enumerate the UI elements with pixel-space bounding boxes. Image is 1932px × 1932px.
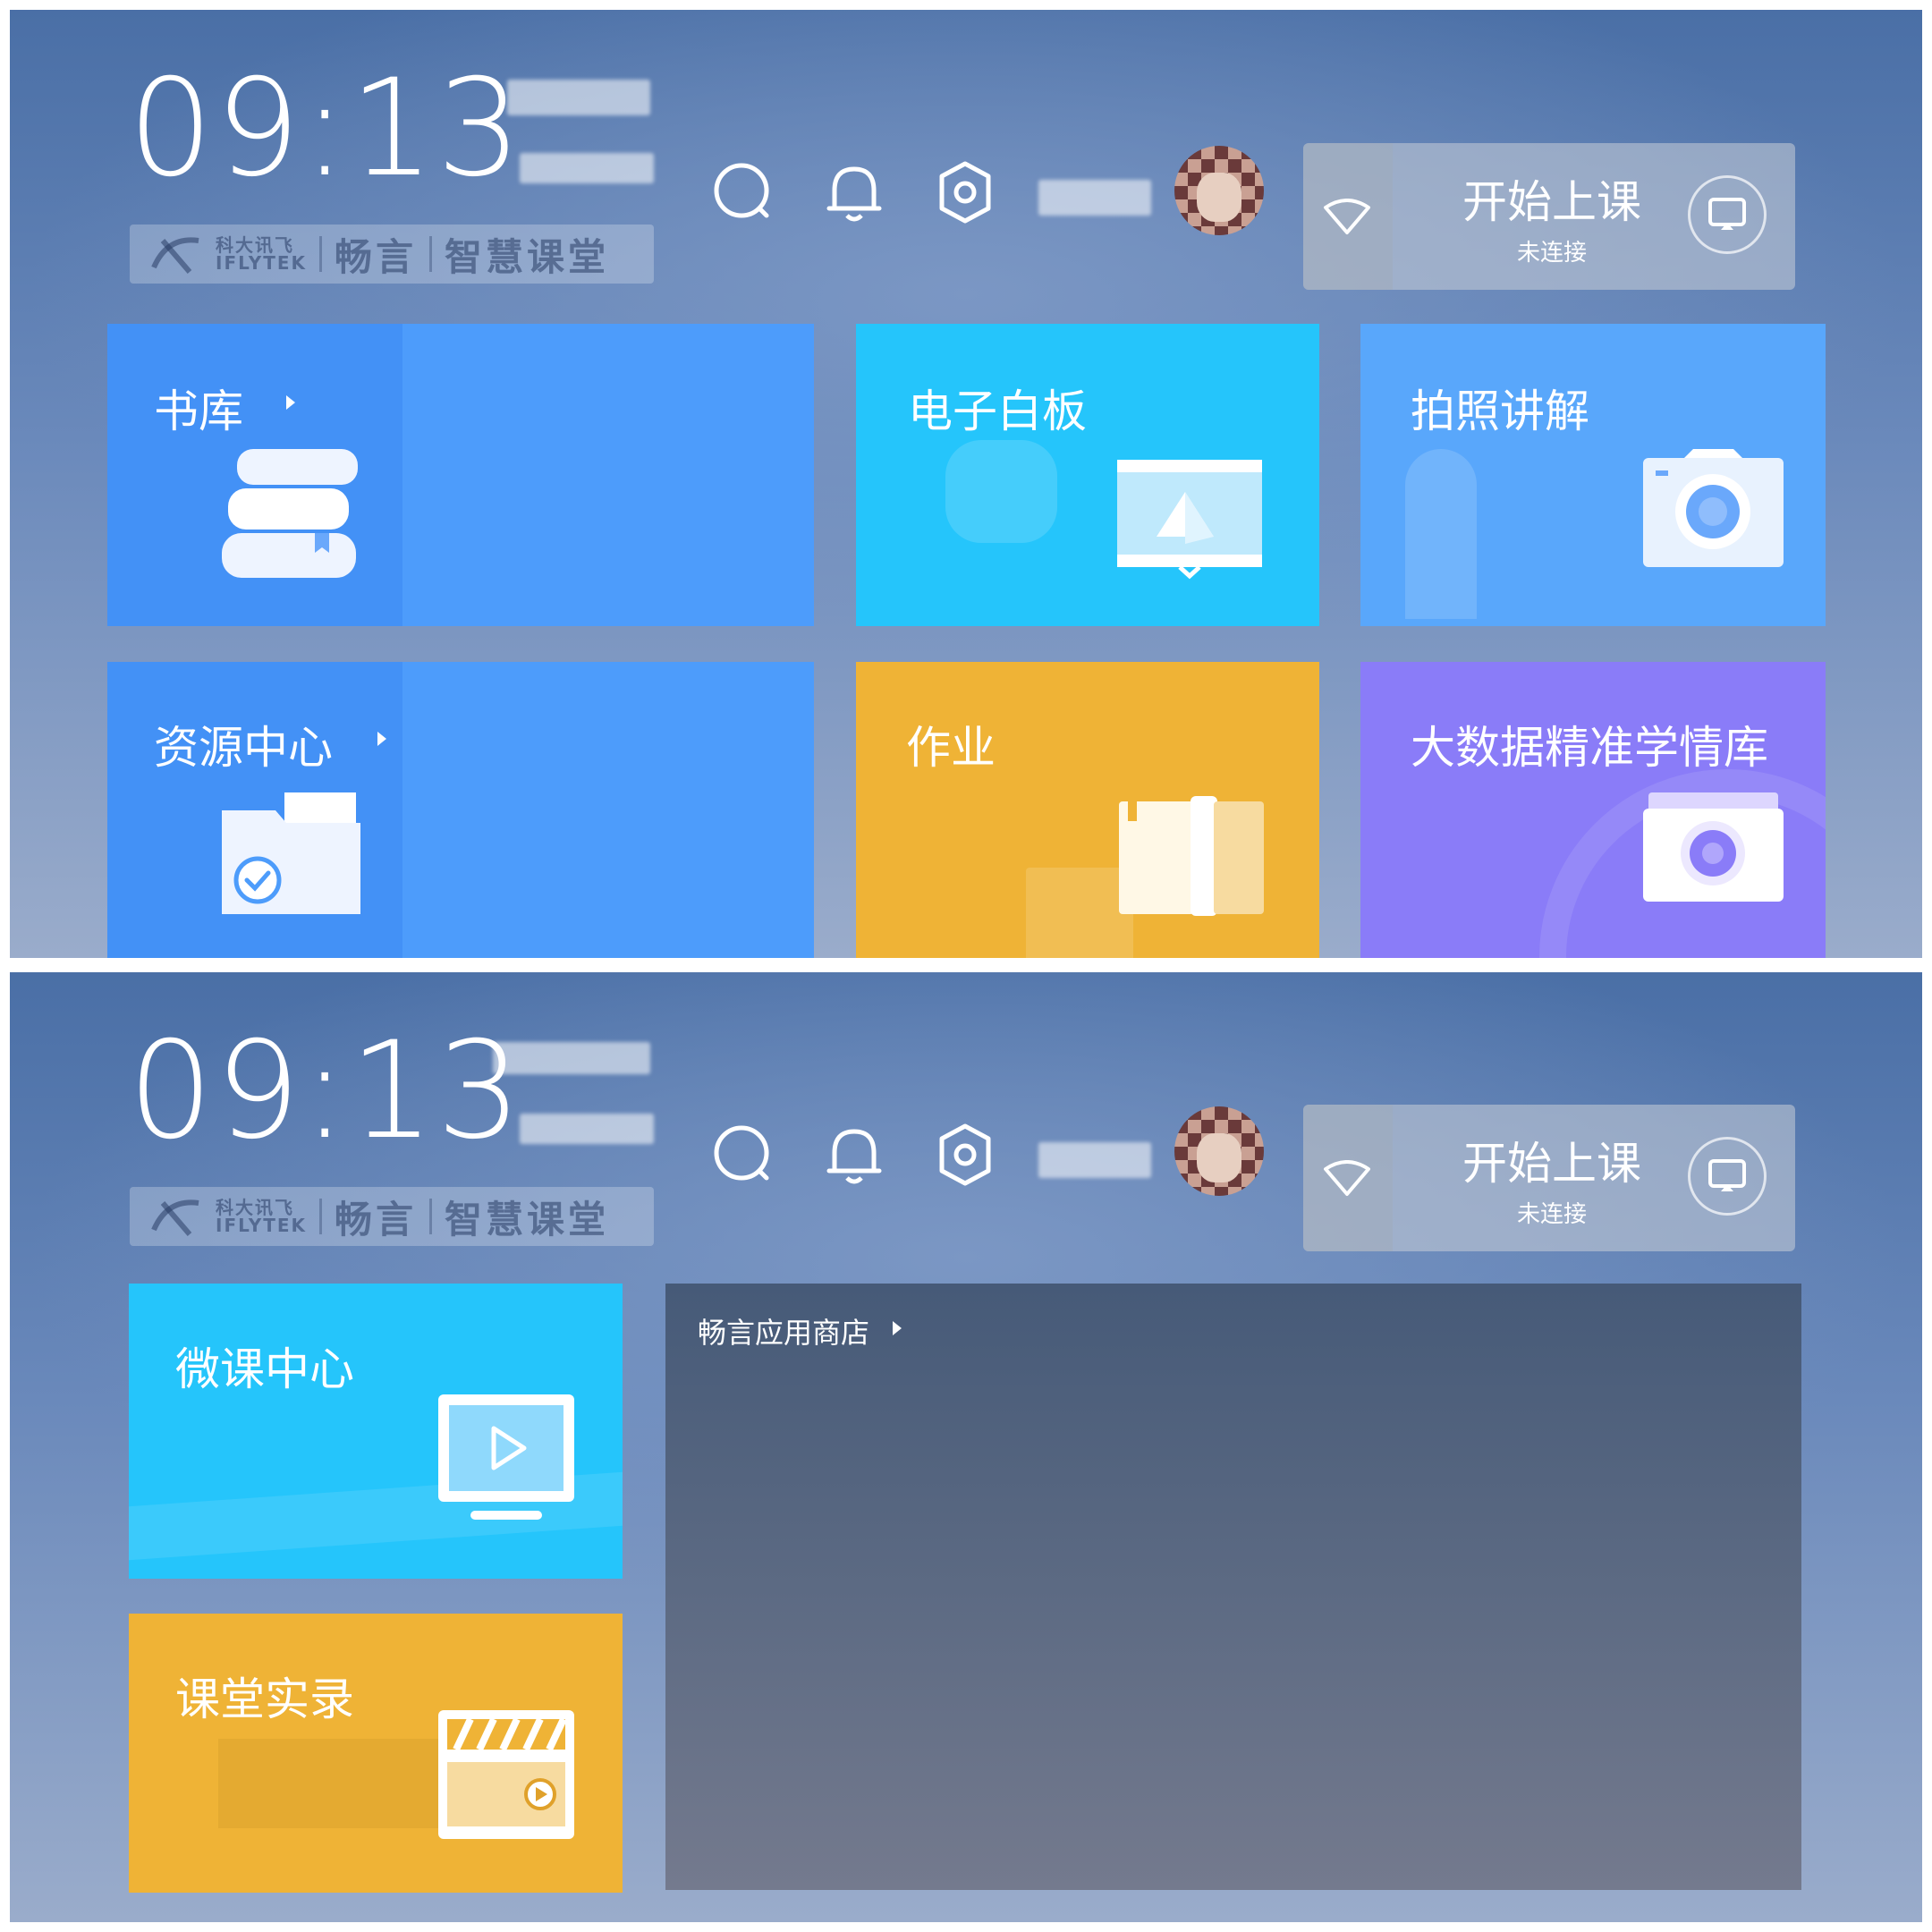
iflytek-logo-icon bbox=[151, 237, 199, 274]
clock: 09:13 bbox=[128, 1013, 524, 1169]
whiteboard-tile[interactable]: 电子白板 bbox=[856, 324, 1319, 626]
start-class-title: 开始上课 bbox=[1462, 176, 1641, 228]
brand-name1: 畅言 bbox=[335, 234, 418, 279]
connection-status: 未连接 bbox=[1516, 1201, 1587, 1228]
app-store-panel[interactable]: 畅言应用商店 bbox=[665, 1284, 1801, 1890]
camera-icon bbox=[1643, 792, 1784, 902]
library-label: 书库 bbox=[154, 386, 243, 437]
homework-tile[interactable]: 作业 bbox=[856, 662, 1319, 958]
avatar[interactable] bbox=[1174, 146, 1264, 235]
classroom-record-tile[interactable]: 课堂实录 bbox=[129, 1614, 623, 1893]
wifi-icon bbox=[1324, 1160, 1370, 1196]
big-data-label: 大数据精准学情库 bbox=[1411, 722, 1768, 774]
username-blurred bbox=[1038, 180, 1151, 216]
brand-logo: 科大讯飞 IFLYTEK 畅言 智慧课堂 bbox=[130, 1187, 654, 1246]
chevron-right-icon bbox=[893, 1321, 902, 1335]
date-blurred bbox=[493, 1042, 650, 1074]
home-screen-1: 09:13 科大讯飞 IFLYTEK 畅言 智慧课堂 开始上课 未连接 书库 电… bbox=[10, 10, 1922, 958]
cast-icon[interactable] bbox=[1688, 175, 1767, 254]
clock: 09:13 bbox=[128, 51, 524, 207]
start-class-title: 开始上课 bbox=[1462, 1138, 1641, 1190]
weekday-blurred bbox=[520, 153, 654, 183]
app-store-label: 畅言应用商店 bbox=[698, 1316, 870, 1350]
gear-icon[interactable] bbox=[933, 160, 997, 225]
whiteboard-label: 电子白板 bbox=[908, 386, 1087, 437]
brand-line1: 科大讯飞 bbox=[216, 1197, 294, 1218]
cast-icon[interactable] bbox=[1688, 1137, 1767, 1216]
notebook-icon bbox=[1119, 796, 1264, 916]
wifi-icon bbox=[1324, 199, 1370, 234]
chevron-right-icon bbox=[286, 395, 295, 410]
start-class-button[interactable]: 开始上课 未连接 bbox=[1303, 143, 1795, 290]
avatar[interactable] bbox=[1174, 1106, 1264, 1196]
brand-logo: 科大讯飞 IFLYTEK 畅言 智慧课堂 bbox=[130, 225, 654, 284]
micro-course-label: 微课中心 bbox=[175, 1343, 354, 1395]
big-data-tile[interactable]: 大数据精准学情库 bbox=[1360, 662, 1826, 958]
bell-icon[interactable] bbox=[822, 1123, 886, 1187]
home-screen-2: 09:13 科大讯飞 IFLYTEK 畅言 智慧课堂 开始上课 未连接 微课中心… bbox=[10, 972, 1922, 1922]
brand-line1: 科大讯飞 bbox=[216, 234, 294, 256]
search-icon[interactable] bbox=[711, 1123, 775, 1187]
library-tile[interactable]: 书库 bbox=[107, 324, 814, 626]
brand-line2: IFLYTEK bbox=[216, 252, 308, 274]
connection-status: 未连接 bbox=[1516, 240, 1587, 267]
video-icon bbox=[438, 1394, 574, 1520]
whiteboard-icon bbox=[1117, 460, 1262, 580]
homework-label: 作业 bbox=[906, 722, 996, 774]
gear-icon[interactable] bbox=[933, 1123, 997, 1187]
brand-name2: 智慧课堂 bbox=[445, 1197, 610, 1241]
resource-center-tile[interactable]: 资源中心 bbox=[107, 662, 814, 958]
brand-name1: 畅言 bbox=[335, 1197, 418, 1241]
resource-center-label: 资源中心 bbox=[154, 722, 333, 774]
start-class-button[interactable]: 开始上课 未连接 bbox=[1303, 1105, 1795, 1251]
date-blurred bbox=[507, 80, 650, 115]
search-icon[interactable] bbox=[711, 160, 775, 225]
photo-explain-label: 拍照讲解 bbox=[1411, 386, 1589, 437]
folder-icon bbox=[222, 792, 360, 914]
brand-name2: 智慧课堂 bbox=[445, 234, 610, 279]
books-icon bbox=[222, 449, 358, 578]
brand-line2: IFLYTEK bbox=[216, 1215, 308, 1236]
micro-course-tile[interactable]: 微课中心 bbox=[129, 1284, 623, 1579]
chevron-right-icon bbox=[377, 732, 386, 746]
weekday-blurred bbox=[520, 1114, 654, 1144]
camera-icon bbox=[1643, 449, 1784, 567]
iflytek-logo-icon bbox=[151, 1199, 199, 1236]
bell-icon[interactable] bbox=[822, 160, 886, 225]
username-blurred bbox=[1038, 1142, 1151, 1178]
classroom-record-label: 课堂实录 bbox=[175, 1674, 354, 1725]
clapper-icon bbox=[438, 1710, 574, 1839]
photo-explain-tile[interactable]: 拍照讲解 bbox=[1360, 324, 1826, 626]
